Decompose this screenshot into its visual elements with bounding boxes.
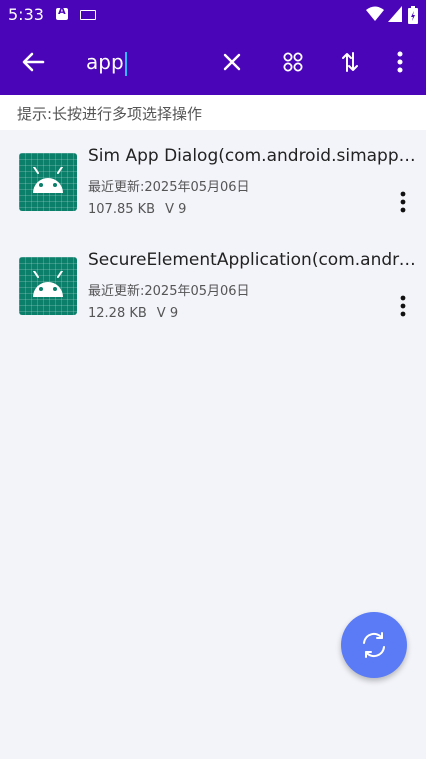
android-app-icon: [19, 153, 77, 211]
android-app-icon: [19, 257, 77, 315]
item-more-icon[interactable]: [395, 294, 411, 318]
notification-a-icon: [56, 6, 68, 20]
keyboard-icon: [80, 10, 96, 20]
wifi-icon: [366, 6, 384, 21]
text-caret: [124, 51, 127, 76]
overflow-menu-icon[interactable]: [385, 47, 415, 77]
app-meta: 12.28 KB V 9: [88, 306, 178, 321]
app-updated: 最近更新:2025年05月06日: [88, 284, 250, 299]
refresh-fab[interactable]: [341, 612, 407, 678]
app-title: SecureElementApplication(com.android.se): [88, 250, 426, 270]
app-updated: 最近更新:2025年05月06日: [88, 180, 250, 195]
grid-view-icon[interactable]: [278, 47, 308, 77]
sort-icon[interactable]: [335, 47, 365, 77]
search-input-value: app: [86, 50, 124, 74]
app-title: Sim App Dialog(com.android.simappdialog): [88, 146, 426, 166]
app-size: 107.85 KB: [88, 202, 156, 217]
app-meta: 107.85 KB V 9: [88, 202, 186, 217]
app-list: Sim App Dialog(com.android.simappdialog)…: [0, 130, 426, 338]
status-bar: 5:33: [0, 0, 426, 30]
hint-text: 提示:长按进行多项选择操作: [17, 105, 203, 123]
signal-icon: [388, 6, 402, 22]
list-item[interactable]: SecureElementApplication(com.android.se)…: [0, 234, 426, 338]
app-version: V 9: [165, 202, 187, 217]
search-input[interactable]: app: [86, 49, 127, 76]
list-item[interactable]: Sim App Dialog(com.android.simappdialog)…: [0, 130, 426, 234]
back-arrow-icon[interactable]: [18, 47, 48, 77]
refresh-icon: [363, 632, 385, 658]
hint-bar: 提示:长按进行多项选择操作: [0, 95, 426, 130]
app-version: V 9: [156, 306, 179, 321]
battery-icon: [408, 6, 418, 24]
item-more-icon[interactable]: [395, 190, 411, 214]
clear-icon[interactable]: [217, 47, 247, 77]
status-time: 5:33: [8, 5, 44, 24]
app-size: 12.28 KB: [88, 306, 147, 321]
app-bar: app: [0, 30, 426, 95]
